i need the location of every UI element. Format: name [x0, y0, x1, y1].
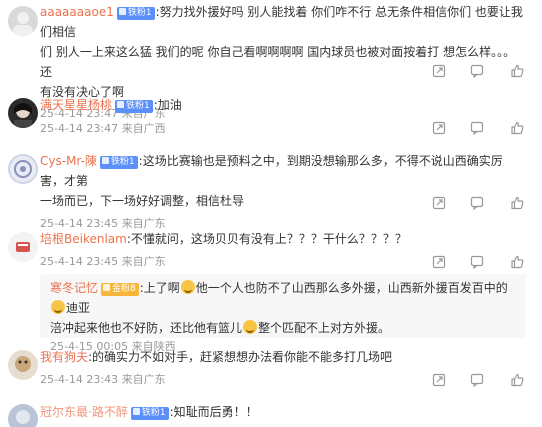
reply-box: 寒冬记忆 金粉8:上了啊 他一个人也防不了山西那么多外援，山西新外援百发百中的迪亚 …: [40, 274, 526, 353]
comment-icon[interactable]: [470, 64, 484, 78]
comment-item: 我有狗夫:的确实力不如对手，赶紧想想办法看你能不能多打几场吧 25-4-14 2…: [0, 347, 542, 395]
avatar[interactable]: [8, 232, 38, 262]
share-icon[interactable]: [432, 121, 446, 135]
username-link[interactable]: 培根Beikenlam: [40, 232, 127, 246]
fan-badge[interactable]: 铁粉1: [130, 407, 169, 420]
comment-body-line: :不懂就问，这场贝贝有没有上？？？干什么？？？？: [126, 232, 407, 246]
reply-body-segment: 迪亚: [66, 301, 91, 315]
reply-body-segment: 他一个人也防不了山西那么多外援，山西新外援百发百中的: [195, 281, 508, 295]
comment-actions: [432, 255, 528, 269]
comment-text: 满天星星杨桃 铁粉1:加油: [40, 95, 526, 115]
comment-text: Cys-Mr-陳 铁粉1:这场比赛输也是预料之中，到期没想输那么多，不得不说山西确…: [40, 151, 526, 191]
comment-actions: [432, 373, 528, 387]
share-icon[interactable]: [432, 373, 446, 387]
reply-body-segment: 整个匹配不上对方外援。: [258, 321, 391, 335]
reply-body-segment: :上了啊: [139, 281, 180, 295]
like-icon[interactable]: [510, 196, 524, 210]
fan-badge[interactable]: 铁粉1: [99, 156, 138, 169]
comment-text: 冠尔东最·路不醉 铁粉1:知耻而后勇！！: [40, 402, 526, 422]
comment-icon[interactable]: [470, 196, 484, 210]
comment-icon[interactable]: [470, 373, 484, 387]
avatar[interactable]: [8, 154, 38, 184]
avatar[interactable]: [8, 6, 38, 36]
comment-text: aaaaaaaoe1 铁粉1:努力找外援好吗 别人能找着 你们咋不行 总无条件相信…: [40, 2, 526, 42]
username-link[interactable]: aaaaaaaoe1: [40, 5, 114, 19]
reply-text: 涪冲起来他也不好防，还比他有篮儿 整个匹配不上对方外援。: [50, 318, 520, 338]
comment-item: 冠尔东最·路不醉 铁粉1:知耻而后勇！！: [0, 402, 542, 427]
username-link[interactable]: 满天星星杨桃: [40, 98, 112, 112]
username-link[interactable]: 我有狗夫: [40, 350, 88, 364]
laugh-emoji-icon: [180, 280, 195, 294]
reply-username-link[interactable]: 寒冬记忆: [50, 281, 98, 295]
avatar[interactable]: [8, 98, 38, 128]
like-icon[interactable]: [510, 255, 524, 269]
comment-body-line: :知耻而后勇！！: [169, 405, 258, 419]
comment-body-line: :的确实力不如对手，赶紧想想办法看你能不能多打几场吧: [88, 350, 393, 364]
avatar[interactable]: [8, 350, 38, 380]
comment-item: 培根Beikenlam:不懂就问，这场贝贝有没有上？？？干什么？？？？ 25-4…: [0, 229, 542, 353]
laugh-emoji-icon: [51, 300, 65, 314]
comment-text: 培根Beikenlam:不懂就问，这场贝贝有没有上？？？干什么？？？？: [40, 229, 526, 249]
like-icon[interactable]: [510, 64, 524, 78]
comment-body-line: :加油: [153, 98, 182, 112]
comment-item: 满天星星杨桃 铁粉1:加油 25-4-14 23:47 来自广西: [0, 95, 542, 143]
comment-icon[interactable]: [470, 255, 484, 269]
comment-actions: [432, 121, 528, 135]
reply-text: 寒冬记忆 金粉8:上了啊 他一个人也防不了山西那么多外援，山西新外援百发百中的迪亚: [50, 278, 520, 318]
share-icon[interactable]: [432, 255, 446, 269]
comment-item: aaaaaaaoe1 铁粉1:努力找外援好吗 别人能找着 你们咋不行 总无条件相信…: [0, 0, 542, 120]
fan-badge[interactable]: 铁粉1: [116, 7, 155, 20]
laugh-emoji-icon: [243, 320, 258, 334]
comment-icon[interactable]: [470, 121, 484, 135]
share-icon[interactable]: [432, 196, 446, 210]
comment-item: Cys-Mr-陳 铁粉1:这场比赛输也是预料之中，到期没想输那么多，不得不说山西确…: [0, 151, 542, 230]
comment-text: 我有狗夫:的确实力不如对手，赶紧想想办法看你能不能多打几场吧: [40, 347, 526, 367]
avatar[interactable]: [8, 404, 38, 427]
comment-actions: [432, 64, 528, 78]
reply-body-segment: 涪冲起来他也不好防，还比他有篮儿: [50, 321, 243, 335]
like-icon[interactable]: [510, 121, 524, 135]
username-link[interactable]: Cys-Mr-陳: [40, 154, 97, 168]
like-icon[interactable]: [510, 373, 524, 387]
comment-actions: [432, 196, 528, 210]
fan-badge[interactable]: 铁粉1: [115, 100, 153, 113]
share-icon[interactable]: [432, 64, 446, 78]
fan-badge[interactable]: 金粉8: [101, 283, 139, 296]
username-link[interactable]: 冠尔东最·路不醉: [40, 405, 128, 419]
